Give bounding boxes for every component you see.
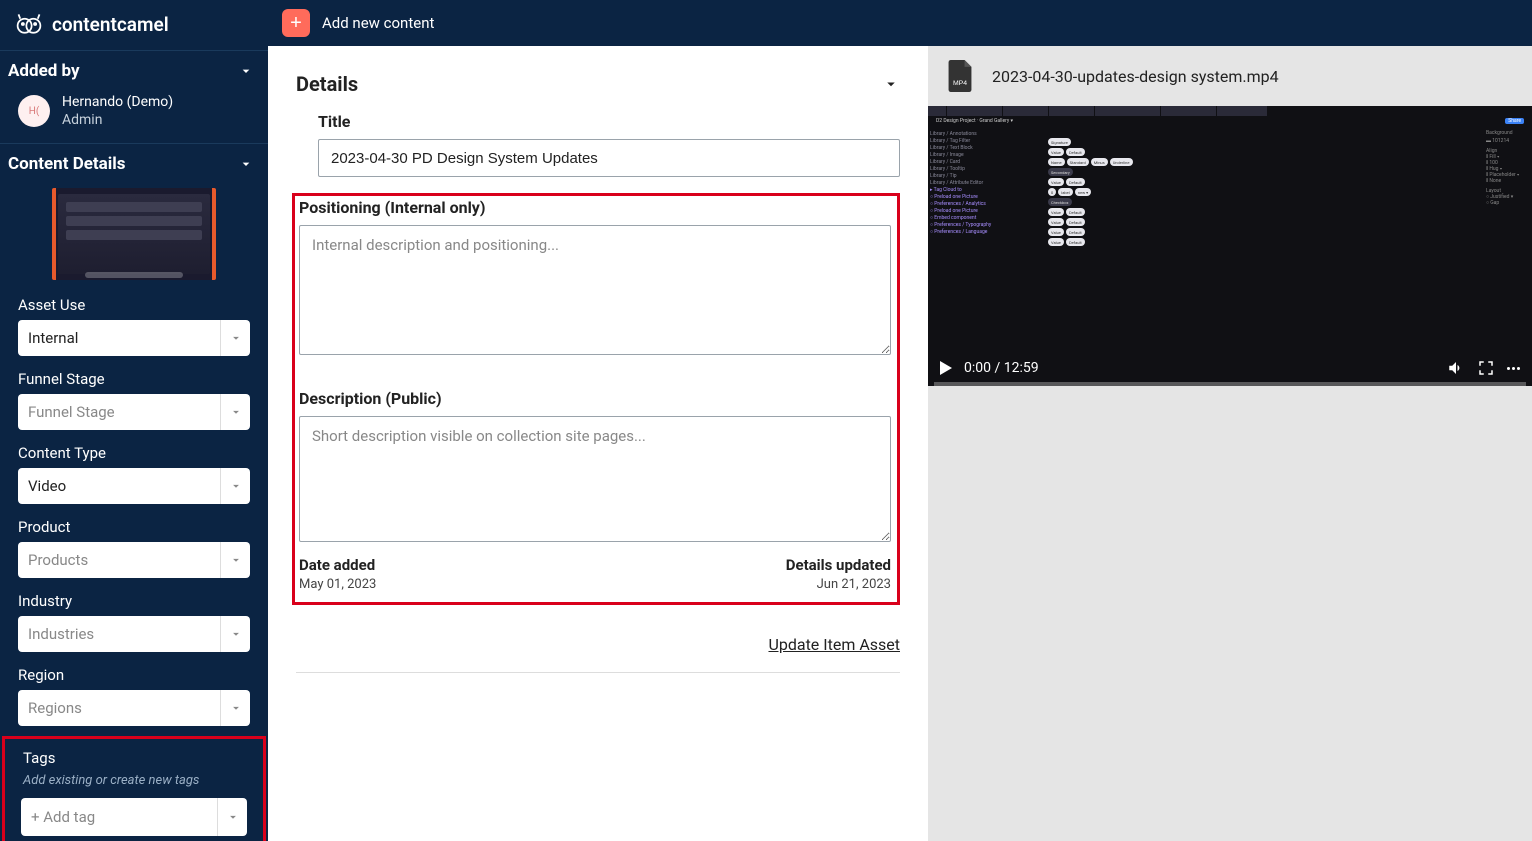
description-textarea[interactable]: [299, 416, 891, 542]
region-label: Region: [0, 662, 268, 690]
add-content-label: Add new content: [322, 14, 434, 32]
positioning-label: Positioning (Internal only): [299, 198, 891, 217]
chevron-down-icon: [220, 468, 250, 504]
video-preview[interactable]: D2 Design Project · Grand Gallery ▾ Shar…: [928, 106, 1532, 386]
chevron-down-icon: [238, 156, 254, 172]
product-select[interactable]: Products: [18, 542, 250, 578]
industry-select[interactable]: Industries: [18, 616, 250, 652]
date-added-value: May 01, 2023: [299, 577, 376, 592]
details-updated-label: Details updated: [786, 556, 891, 574]
avatar: H(: [18, 95, 50, 127]
more-icon[interactable]: [1507, 367, 1520, 370]
funnel-stage-label: Funnel Stage: [0, 366, 268, 394]
product-label: Product: [0, 514, 268, 542]
file-bar: MP4 2023-04-30-updates-design system.mp4: [928, 46, 1532, 106]
video-progress[interactable]: [934, 382, 1526, 386]
content-type-label: Content Type: [0, 440, 268, 468]
funnel-stage-select[interactable]: Funnel Stage: [18, 394, 250, 430]
top-bar: + Add new content: [268, 0, 1532, 46]
asset-use-select[interactable]: Internal: [18, 320, 250, 356]
fullscreen-icon[interactable]: [1477, 359, 1495, 377]
chevron-down-icon: [220, 616, 250, 652]
added-by-header[interactable]: Added by: [0, 51, 268, 89]
asset-use-label: Asset Use: [0, 292, 268, 320]
details-header[interactable]: Details: [296, 66, 900, 110]
positioning-textarea[interactable]: [299, 225, 891, 355]
sidebar: contentcamel Added by H( Hernando (Demo)…: [0, 0, 268, 841]
play-icon[interactable]: [940, 361, 952, 375]
tags-section-highlighted: Tags Add existing or create new tags + A…: [2, 736, 266, 841]
video-time: 0:00 / 12:59: [964, 360, 1039, 376]
content-details-label: Content Details: [8, 154, 126, 174]
title-input[interactable]: [318, 139, 900, 177]
mp4-file-icon: MP4: [946, 60, 974, 92]
user-row: H( Hernando (Demo) Admin: [0, 89, 268, 143]
divider: [296, 672, 900, 673]
chevron-down-icon: [238, 63, 254, 79]
tags-label: Tags: [5, 745, 263, 773]
user-role: Admin: [62, 111, 173, 129]
video-controls[interactable]: 0:00 / 12:59: [928, 350, 1532, 386]
details-panel: Details Title Positioning (Internal only…: [268, 46, 928, 841]
preview-panel: MP4 2023-04-30-updates-design system.mp4: [928, 46, 1532, 841]
region-select[interactable]: Regions: [18, 690, 250, 726]
file-name: 2023-04-30-updates-design system.mp4: [992, 67, 1279, 86]
update-item-asset-link[interactable]: Update Item Asset: [768, 635, 900, 654]
user-name: Hernando (Demo): [62, 93, 173, 111]
title-label: Title: [318, 112, 900, 131]
volume-icon[interactable]: [1447, 359, 1465, 377]
chevron-down-icon: [220, 542, 250, 578]
thumbnail[interactable]: [0, 182, 268, 292]
tags-hint: Add existing or create new tags: [5, 773, 263, 798]
industry-label: Industry: [0, 588, 268, 616]
chevron-down-icon: [220, 690, 250, 726]
chevron-down-icon: [220, 394, 250, 430]
brand-logo[interactable]: contentcamel: [0, 0, 268, 50]
add-content-button[interactable]: +: [282, 9, 310, 37]
details-title: Details: [296, 72, 358, 96]
content-type-select[interactable]: Video: [18, 468, 250, 504]
details-updated-value: Jun 21, 2023: [786, 577, 891, 592]
sharing-header[interactable]: Sharing Details: [296, 687, 900, 841]
add-tag-input[interactable]: + Add tag: [21, 798, 247, 836]
brand-name: contentcamel: [52, 13, 169, 36]
chevron-down-icon: [407, 691, 900, 841]
chevron-down-icon: [220, 320, 250, 356]
camel-icon: [14, 10, 44, 38]
chevron-down-icon: [882, 75, 900, 93]
highlighted-details-box: Positioning (Internal only) Description …: [292, 193, 900, 605]
date-added-label: Date added: [299, 556, 376, 574]
content-details-header[interactable]: Content Details: [0, 144, 268, 182]
added-by-label: Added by: [8, 61, 80, 81]
description-label: Description (Public): [299, 389, 891, 408]
chevron-down-icon: [217, 798, 247, 836]
svg-text:MP4: MP4: [953, 80, 967, 87]
